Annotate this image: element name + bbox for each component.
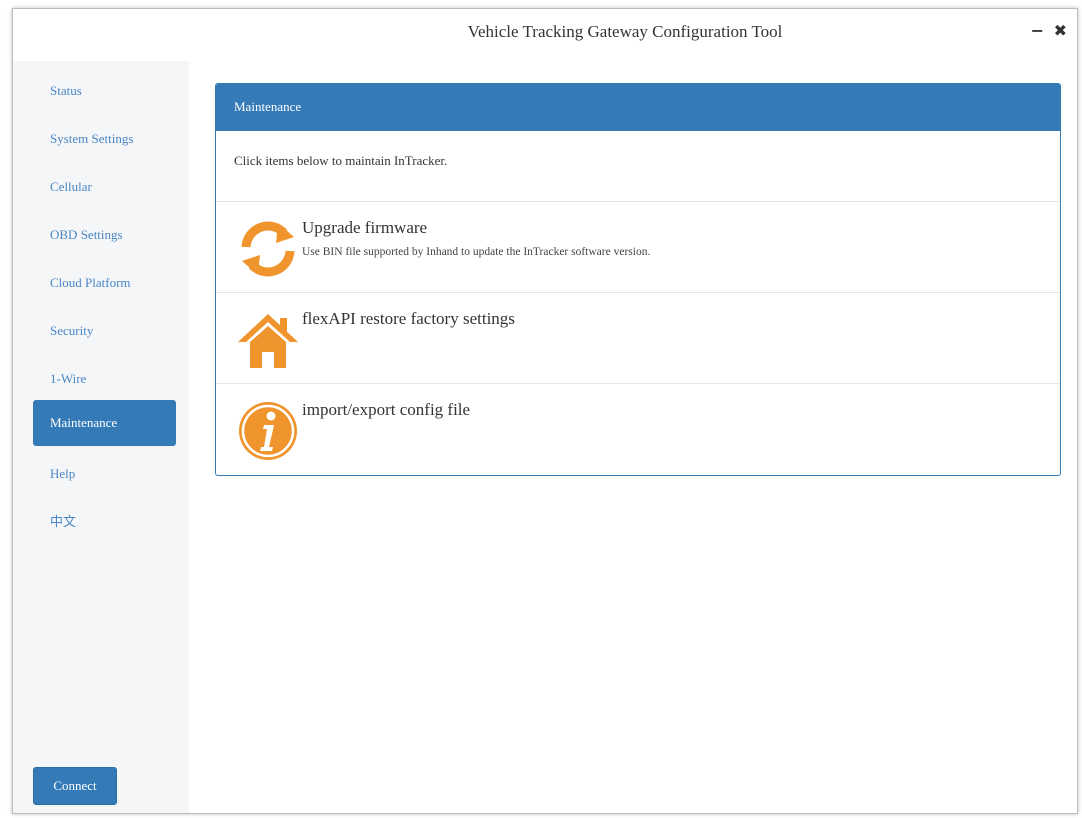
connect-button[interactable]: Connect <box>33 767 117 805</box>
sidebar: Status System Settings Cellular OBD Sett… <box>13 61 189 813</box>
restore-factory-item[interactable]: flexAPI restore factory settings <box>216 293 1060 384</box>
sidebar-item-cellular[interactable]: Cellular <box>33 164 176 210</box>
sidebar-item-maintenance[interactable]: Maintenance <box>33 400 176 446</box>
restore-factory-title: flexAPI restore factory settings <box>302 309 515 328</box>
refresh-icon <box>241 221 295 277</box>
app-window: Vehicle Tracking Gateway Configuration T… <box>12 8 1078 814</box>
title-bar[interactable]: Vehicle Tracking Gateway Configuration T… <box>13 9 1077 61</box>
panel-intro: Click items below to maintain InTracker. <box>216 131 1060 202</box>
minimize-icon[interactable]: − <box>1031 21 1046 40</box>
import-export-title: import/export config file <box>302 400 471 419</box>
sidebar-item-chinese[interactable]: 中文 <box>33 499 176 545</box>
upgrade-firmware-item[interactable]: Upgrade firmware Use BIN file supported … <box>216 202 1060 293</box>
window-controls: − ✖ <box>1031 21 1069 40</box>
sidebar-item-cloud-platform[interactable]: Cloud Platform <box>33 260 176 306</box>
sidebar-item-1-wire[interactable]: 1-Wire <box>33 356 176 402</box>
window-title: Vehicle Tracking Gateway Configuration T… <box>467 22 783 41</box>
sidebar-item-security[interactable]: Security <box>33 308 176 354</box>
close-icon[interactable]: ✖ <box>1054 21 1069 40</box>
sidebar-item-help[interactable]: Help <box>33 451 176 497</box>
info-icon <box>239 402 297 460</box>
upgrade-firmware-title: Upgrade firmware <box>302 218 428 237</box>
panel-heading: Maintenance <box>216 84 1060 131</box>
upgrade-firmware-desc: Use BIN file supported by Inhand to upda… <box>302 246 651 258</box>
sidebar-item-system-settings[interactable]: System Settings <box>33 116 176 162</box>
import-export-item[interactable]: import/export config file <box>216 384 1060 474</box>
sidebar-item-obd-settings[interactable]: OBD Settings <box>33 212 176 258</box>
maintenance-panel: Maintenance Click items below to maintai… <box>215 83 1061 476</box>
sidebar-item-status[interactable]: Status <box>33 68 176 114</box>
home-icon <box>238 314 298 368</box>
